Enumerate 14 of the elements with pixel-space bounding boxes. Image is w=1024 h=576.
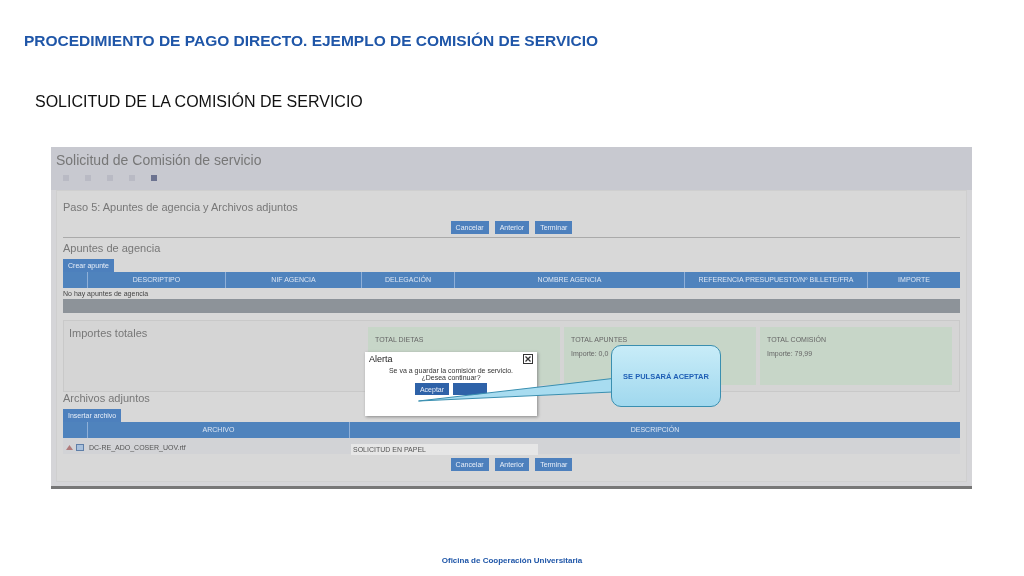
close-icon[interactable] <box>523 354 533 364</box>
section-title: Apuntes de agencia <box>63 242 161 254</box>
page-title: Solicitud de Comisión de servicio <box>56 152 262 168</box>
step-icon[interactable] <box>151 175 157 181</box>
section-title: Archivos adjuntos <box>63 392 150 404</box>
dialog-button[interactable] <box>453 383 487 395</box>
delete-icon[interactable] <box>66 444 73 450</box>
step-title: Paso 5: Apuntes de agencia y Archivos adjuntos <box>63 201 298 213</box>
section-title: Importes totales <box>69 327 149 339</box>
slide-subtitle: SOLICITUD DE LA COMISIÓN DE SERVICIO <box>35 93 363 111</box>
slide-footer: Oficina de Cooperación Universitaria <box>441 556 583 565</box>
dialog-title: Alerta <box>369 354 393 364</box>
file-icon[interactable] <box>76 443 84 451</box>
slide-title: PROCEDIMIENTO DE PAGO DIRECTO. EJEMPLO DE COMISIÓN DE SERVICIO <box>24 32 599 50</box>
